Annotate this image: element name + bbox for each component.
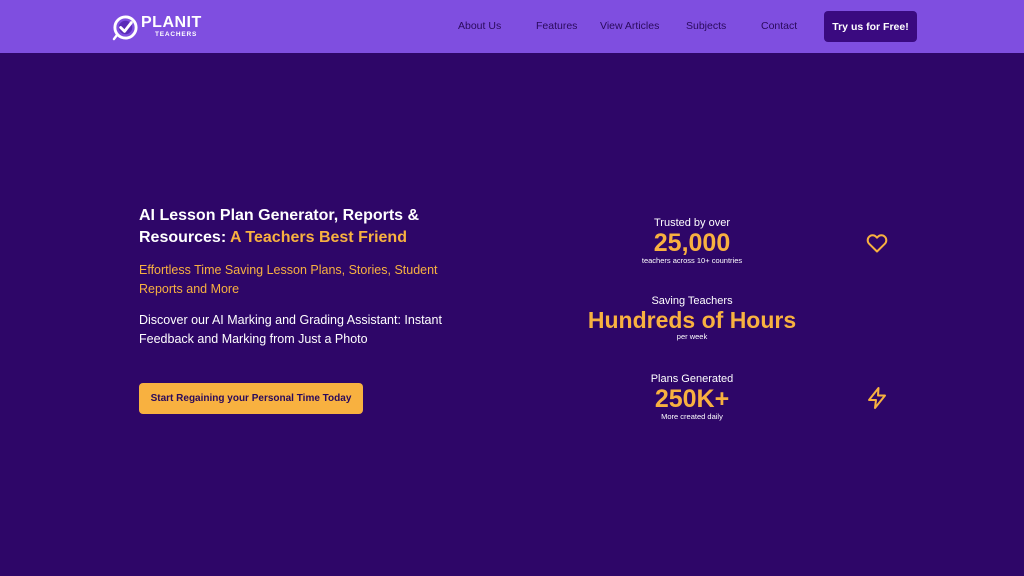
logo-word: PLANIT	[141, 14, 202, 32]
stat-label: Saving Teachers	[651, 295, 733, 307]
hero-title-accent: A Teachers Best Friend	[230, 229, 407, 246]
nav-view-articles[interactable]: View Articles	[600, 20, 659, 32]
logo-subtitle: TEACHERS	[155, 31, 198, 39]
heart-icon	[866, 234, 888, 253]
stat-value: Hundreds of Hours	[587, 307, 797, 333]
nav-about-us[interactable]: About Us	[458, 20, 501, 32]
stat-label: Trusted by over	[653, 217, 730, 229]
try-free-button[interactable]: Try us for Free!	[824, 11, 917, 42]
nav-features[interactable]: Features	[536, 20, 577, 32]
nav-subjects[interactable]: Subjects	[686, 20, 726, 32]
start-regaining-time-button[interactable]: Start Regaining your Personal Time Today	[139, 383, 363, 414]
stat-plans: Plans Generated 250K+ More created daily	[552, 372, 832, 422]
stat-note: More created daily	[661, 412, 723, 422]
stat-label: Plans Generated	[650, 373, 734, 385]
nav-contact[interactable]: Contact	[761, 20, 797, 32]
stat-value: 25,000	[653, 229, 731, 257]
site-header: PLANIT TEACHERS About Us Features View A…	[0, 0, 1024, 53]
hero-subtitle: Effortless Time Saving Lesson Plans, Sto…	[139, 263, 438, 296]
stat-teachers: Trusted by over 25,000 teachers across 1…	[552, 216, 832, 266]
lightning-icon	[868, 387, 886, 409]
stat-note: per week	[676, 332, 708, 342]
logo[interactable]: PLANIT TEACHERS	[112, 12, 202, 42]
logo-check-icon	[112, 14, 138, 40]
hero-description: Discover our AI Marking and Grading Assi…	[139, 313, 442, 346]
stat-note: teachers across 10+ countries	[641, 256, 743, 266]
hero-title: AI Lesson Plan Generator, Reports & Reso…	[139, 205, 469, 249]
stat-value: 250K+	[654, 385, 730, 413]
stat-hours: Saving Teachers Hundreds of Hours per we…	[552, 294, 832, 342]
